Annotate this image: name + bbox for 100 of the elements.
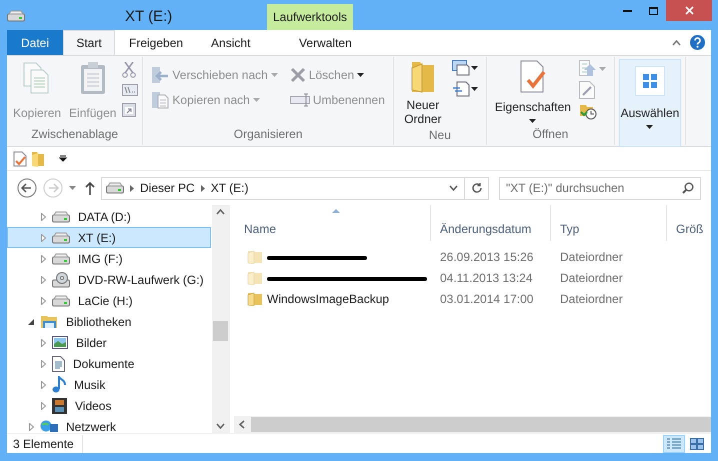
tree-item[interactable]: IMG (F:): [7, 248, 211, 269]
properties-check-icon[interactable]: [13, 150, 27, 166]
back-button[interactable]: [17, 178, 37, 198]
address-bar[interactable]: Dieser PC XT (E:): [101, 176, 489, 200]
scroll-down-icon[interactable]: [216, 423, 225, 429]
ribbon-button[interactable]: Auswählen: [618, 59, 681, 147]
paste-shortcut-icon[interactable]: [122, 102, 136, 117]
scroll-left-icon[interactable]: [239, 420, 245, 429]
tree-item-label: DVD-RW-Laufwerk (G:): [78, 272, 204, 288]
tree-item-label: Dokumente: [73, 356, 134, 372]
drive-icon: [7, 10, 25, 22]
ribbon-tab[interactable]: Verwalten: [282, 30, 368, 55]
caret-icon: [357, 73, 364, 77]
group-label: Öffnen: [532, 126, 570, 143]
search-icon[interactable]: [682, 182, 694, 194]
caret-icon: [252, 98, 260, 102]
tree-item-label: Bibliotheken: [66, 314, 132, 330]
scrollbar[interactable]: [212, 205, 229, 433]
expand-arrow-icon[interactable]: [28, 422, 34, 430]
tree-item[interactable]: Videos: [7, 395, 211, 416]
scrollbar-thumb[interactable]: [213, 321, 228, 341]
group-label: Zwischenablage: [30, 126, 120, 143]
expand-arrow-icon[interactable]: [40, 380, 46, 388]
new-item-icon[interactable]: [452, 60, 470, 76]
tree-item[interactable]: Dokumente: [7, 353, 211, 374]
table-cell-text: 04.11.2013 13:24: [439, 270, 534, 286]
drive-icon: [52, 232, 70, 244]
expand-arrow-icon[interactable]: [40, 338, 46, 346]
caret-icon: [470, 66, 478, 70]
tree-item[interactable]: LaCie (H:): [7, 290, 211, 311]
context-tab-header: Laufwerktools: [267, 4, 353, 30]
expand-arrow-icon[interactable]: [40, 254, 46, 262]
dvd-drive-icon: [52, 272, 70, 288]
customize-toolbar-icon[interactable]: [59, 155, 67, 162]
tree-item[interactable]: XT (E:): [7, 227, 211, 248]
caret-icon: [529, 119, 536, 123]
expand-arrow-icon[interactable]: [40, 276, 46, 284]
refresh-icon[interactable]: [470, 182, 482, 194]
picture-icon: [52, 336, 68, 349]
help-icon[interactable]: [690, 35, 705, 50]
ribbon-button[interactable]: Neuer Ordner: [402, 60, 444, 126]
group-label: Neu: [428, 127, 452, 144]
up-arrow-icon[interactable]: [85, 181, 95, 195]
scroll-up-icon[interactable]: [216, 209, 225, 215]
expand-arrow-icon[interactable]: [40, 360, 46, 368]
tree-item[interactable]: DVD-RW-Laufwerk (G:): [7, 269, 211, 290]
rename-icon: [290, 93, 310, 107]
ribbon-button[interactable]: Eigenschaften: [494, 60, 571, 123]
breadcrumb-arrow-icon[interactable]: [200, 184, 205, 192]
ribbon-tab[interactable]: Datei: [7, 30, 63, 55]
drive-icon: [52, 252, 70, 264]
sort-arrow-icon: [332, 209, 340, 213]
file-name[interactable]: WindowsImageBackup: [267, 290, 390, 308]
window-title: XT (E:): [125, 7, 172, 27]
expand-arrow-icon[interactable]: [40, 212, 46, 220]
table-cell-text: 03.01.2014 17:00: [439, 290, 534, 308]
breadcrumb-arrow-icon[interactable]: [130, 184, 134, 192]
breadcrumb[interactable]: XT (E:): [210, 179, 248, 197]
history-icon[interactable]: [578, 103, 597, 120]
collapse-arrow-icon[interactable]: [28, 318, 34, 324]
film-icon: [52, 398, 67, 414]
tree-item[interactable]: Bibliotheken: [7, 311, 211, 332]
close-button[interactable]: [666, 0, 712, 21]
ribbon-tab[interactable]: Start: [63, 30, 115, 55]
properties-check-icon: [518, 60, 547, 93]
tree-item[interactable]: Bilder: [7, 332, 211, 353]
close-icon: [684, 6, 694, 15]
expand-arrow-icon[interactable]: [40, 296, 46, 304]
tiles-icon: [690, 438, 704, 450]
tree-item[interactable]: Netzwerk: [7, 416, 211, 433]
column-header[interactable]: Änderungsdatum: [431, 205, 551, 241]
column-header[interactable]: Typ: [551, 205, 667, 241]
document-icon: [52, 356, 65, 372]
dropdown-caret-icon[interactable]: [449, 185, 458, 191]
caret-icon: [470, 87, 478, 91]
library-folder-icon: [40, 314, 58, 329]
folder-icon: [247, 249, 263, 264]
copy-to-icon: [151, 91, 170, 109]
caret-icon: [646, 125, 654, 129]
copy-path-icon[interactable]: [122, 84, 138, 96]
ribbon-tab[interactable]: Freigeben: [115, 30, 198, 55]
column-header[interactable]: Name: [235, 205, 431, 241]
collapse-ribbon-icon[interactable]: [672, 40, 681, 46]
breadcrumb[interactable]: Dieser PC: [140, 179, 195, 197]
details-view-button[interactable]: [663, 434, 685, 452]
item-count: 3 Elemente: [13, 434, 83, 452]
tree-item-label: Bilder: [76, 334, 107, 352]
search-input[interactable]: "XT (E:)" durchsuchen: [506, 179, 682, 197]
expand-arrow-icon[interactable]: [40, 234, 46, 242]
expand-arrow-icon[interactable]: [40, 402, 46, 410]
tree-item-label: Musik: [74, 376, 106, 394]
ribbon-tab[interactable]: Ansicht: [197, 30, 264, 55]
folder-icon: [247, 291, 263, 306]
tree-item-label: Netzwerk: [66, 418, 116, 433]
column-header[interactable]: Größ: [667, 205, 711, 241]
search-field[interactable]: "XT (E:)" durchsuchen: [499, 176, 701, 200]
tree-item[interactable]: DATA (D:): [7, 206, 211, 227]
scissors-icon[interactable]: [122, 62, 136, 78]
tree-item[interactable]: Musik: [7, 374, 211, 395]
easy-access-icon[interactable]: [452, 81, 470, 97]
